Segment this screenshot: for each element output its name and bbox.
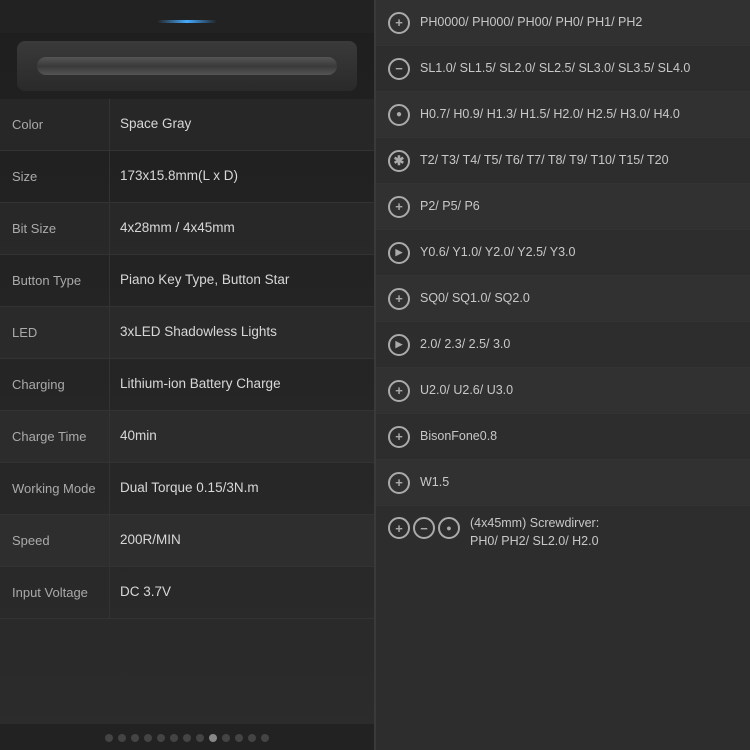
spec-row: Button TypePiano Key Type, Button Star [0, 255, 374, 307]
spec-value: 3xLED Shadowless Lights [110, 307, 374, 358]
bit-icons-group: +−● [388, 517, 460, 539]
bit-text-last: (4x45mm) Screwdirver: PH0/ PH2/ SL2.0/ H… [470, 515, 599, 550]
spec-row: Input VoltageDC 3.7V [0, 567, 374, 619]
bit-icon: ▶ [388, 242, 410, 264]
spec-value: DC 3.7V [110, 567, 374, 618]
bit-text: H0.7/ H0.9/ H1.3/ H1.5/ H2.0/ H2.5/ H3.0… [420, 106, 680, 124]
bit-text: T2/ T3/ T4/ T5/ T6/ T7/ T8/ T9/ T10/ T15… [420, 152, 669, 170]
bit-icon: ✱ [388, 150, 410, 172]
bit-row: + W1.5 [376, 460, 750, 506]
bit-text: BisonFone0.8 [420, 428, 497, 446]
spec-label: Speed [0, 515, 110, 566]
bottom-dots [0, 724, 374, 750]
pagination-dot[interactable] [261, 734, 269, 742]
title-underline [157, 20, 217, 23]
spec-label: Bit Size [0, 203, 110, 254]
bit-icon: ● [388, 104, 410, 126]
spec-label: Color [0, 99, 110, 150]
spec-value: Space Gray [110, 99, 374, 150]
spec-row: Speed200R/MIN [0, 515, 374, 567]
bit-row: + PH0000/ PH000/ PH00/ PH0/ PH1/ PH2 [376, 0, 750, 46]
bit-icon: + [388, 288, 410, 310]
bit-icon: + [388, 426, 410, 448]
spec-value: 4x28mm / 4x45mm [110, 203, 374, 254]
spec-value: Piano Key Type, Button Star [110, 255, 374, 306]
spec-value: 173x15.8mm(L x D) [110, 151, 374, 202]
bit-text: SL1.0/ SL1.5/ SL2.0/ SL2.5/ SL3.0/ SL3.5… [420, 60, 690, 78]
spec-row: ChargingLithium-ion Battery Charge [0, 359, 374, 411]
spec-row: Size173x15.8mm(L x D) [0, 151, 374, 203]
spec-title-area [0, 0, 374, 33]
bit-icon: + [388, 196, 410, 218]
pagination-dot[interactable] [144, 734, 152, 742]
bit-text: W1.5 [420, 474, 449, 492]
bit-row: ● H0.7/ H0.9/ H1.3/ H1.5/ H2.0/ H2.5/ H3.… [376, 92, 750, 138]
pagination-dot[interactable] [105, 734, 113, 742]
pagination-dot[interactable] [183, 734, 191, 742]
left-panel: ColorSpace GraySize173x15.8mm(L x D)Bit … [0, 0, 375, 750]
screwdriver-body [37, 57, 337, 75]
bit-text: P2/ P5/ P6 [420, 198, 480, 216]
bit-icon: + [388, 517, 410, 539]
bit-icon: − [413, 517, 435, 539]
bit-icon: ▶ [388, 334, 410, 356]
bit-text: U2.0/ U2.6/ U3.0 [420, 382, 513, 400]
bit-row: ▶ 2.0/ 2.3/ 2.5/ 3.0 [376, 322, 750, 368]
bit-row: ✱ T2/ T3/ T4/ T5/ T6/ T7/ T8/ T9/ T10/ T1… [376, 138, 750, 184]
spec-label: Size [0, 151, 110, 202]
bit-row: + U2.0/ U2.6/ U3.0 [376, 368, 750, 414]
bit-row: ▶ Y0.6/ Y1.0/ Y2.0/ Y2.5/ Y3.0 [376, 230, 750, 276]
pagination-dot[interactable] [196, 734, 204, 742]
bit-text: PH0000/ PH000/ PH00/ PH0/ PH1/ PH2 [420, 14, 642, 32]
bit-text: 2.0/ 2.3/ 2.5/ 3.0 [420, 336, 510, 354]
spec-row: Bit Size4x28mm / 4x45mm [0, 203, 374, 255]
pagination-dot[interactable] [209, 734, 217, 742]
spec-row: ColorSpace Gray [0, 99, 374, 151]
bit-row: −SL1.0/ SL1.5/ SL2.0/ SL2.5/ SL3.0/ SL3.… [376, 46, 750, 92]
spec-row: Working ModeDual Torque 0.15/3N.m [0, 463, 374, 515]
spec-label: Input Voltage [0, 567, 110, 618]
pagination-dot[interactable] [222, 734, 230, 742]
spec-value: Dual Torque 0.15/3N.m [110, 463, 374, 514]
bit-row: + SQ0/ SQ1.0/ SQ2.0 [376, 276, 750, 322]
pagination-dot[interactable] [118, 734, 126, 742]
pagination-dot[interactable] [170, 734, 178, 742]
spec-value: Lithium-ion Battery Charge [110, 359, 374, 410]
spec-row: Charge Time40min [0, 411, 374, 463]
bit-icon: + [388, 472, 410, 494]
bit-icon: ● [438, 517, 460, 539]
bit-row: + BisonFone0.8 [376, 414, 750, 460]
bit-text: SQ0/ SQ1.0/ SQ2.0 [420, 290, 530, 308]
spec-row: LED3xLED Shadowless Lights [0, 307, 374, 359]
spec-value: 200R/MIN [110, 515, 374, 566]
spec-label: LED [0, 307, 110, 358]
pagination-dot[interactable] [131, 734, 139, 742]
spec-label: Charging [0, 359, 110, 410]
screwdriver-image [17, 41, 357, 91]
pagination-dot[interactable] [235, 734, 243, 742]
bit-icon: + [388, 380, 410, 402]
spec-label: Working Mode [0, 463, 110, 514]
pagination-dot[interactable] [157, 734, 165, 742]
spec-label: Button Type [0, 255, 110, 306]
bit-row-last: +−● (4x45mm) Screwdirver: PH0/ PH2/ SL2.0… [376, 506, 750, 562]
pagination-dot[interactable] [248, 734, 256, 742]
bit-text: Y0.6/ Y1.0/ Y2.0/ Y2.5/ Y3.0 [420, 244, 575, 262]
spec-label: Charge Time [0, 411, 110, 462]
spec-value: 40min [110, 411, 374, 462]
bit-icon: − [388, 58, 410, 80]
spec-table: ColorSpace GraySize173x15.8mm(L x D)Bit … [0, 99, 374, 724]
right-panel: +PH0000/ PH000/ PH00/ PH0/ PH1/ PH2−SL1.… [375, 0, 750, 750]
bit-icon: + [388, 12, 410, 34]
bit-row: + P2/ P5/ P6 [376, 184, 750, 230]
